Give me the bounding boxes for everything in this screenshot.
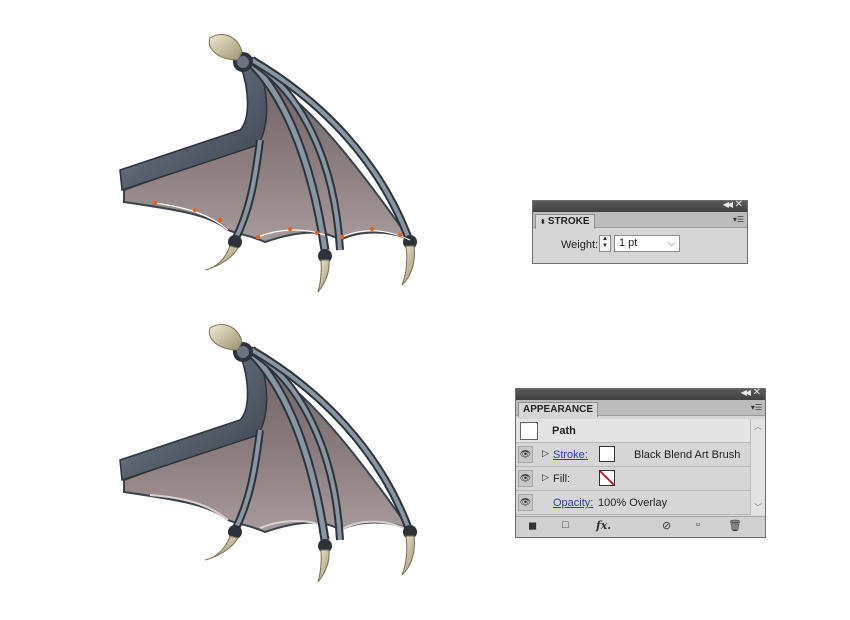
wing-illustration-bottom (119, 324, 417, 583)
fx-icon[interactable]: fx. (596, 519, 611, 532)
tab-appearance[interactable]: APPEARANCE (518, 402, 599, 417)
appearance-panel: ◀◀ ✕ APPEARANCE ▾☰ Path 👁 ▷ Stroke: Blac… (515, 387, 766, 538)
fill-label: Fill: (553, 473, 571, 485)
stroke-row[interactable]: 👁 ▷ Stroke: Black Blend Art Brush (516, 443, 750, 467)
clear-icon[interactable]: ⊘ (662, 519, 671, 532)
panel-titlebar[interactable]: ◀◀ ✕ (516, 387, 765, 400)
tab-stroke[interactable]: ⬍ STROKE (535, 214, 595, 229)
panel-titlebar[interactable]: ◀◀ ✕ (533, 199, 747, 212)
opacity-link[interactable]: Opacity: (553, 497, 593, 509)
path-thumbnail (520, 422, 538, 440)
collapse-icon[interactable]: ◀◀ (741, 388, 751, 397)
scroll-down-icon[interactable]: ﹀ (754, 502, 762, 513)
weight-value: 1 pt (619, 237, 638, 249)
opacity-row[interactable]: 👁 Opacity: 100% Overlay (516, 491, 750, 515)
tab-label: STROKE (547, 216, 590, 227)
tab-bar: APPEARANCE ▾☰ (516, 400, 765, 417)
path-row[interactable]: Path (516, 419, 750, 443)
stroke-swatch[interactable] (599, 446, 615, 462)
fill-row[interactable]: 👁 ▷ Fill: (516, 467, 750, 491)
eye-icon[interactable]: 👁 (518, 494, 533, 511)
chevron-down-icon[interactable]: ⌵ (668, 236, 675, 251)
trash-icon[interactable]: 🗑 (728, 519, 742, 532)
appearance-toolbar: ◼ □ fx. ⊘ ▫ 🗑 (516, 516, 765, 537)
weight-field[interactable]: 1 pt ⌵ (614, 235, 680, 252)
wing-illustration-top (119, 34, 417, 293)
eye-icon[interactable]: 👁 (518, 470, 533, 487)
disclosure-triangle-icon[interactable]: ▷ (542, 448, 549, 459)
add-fill-icon[interactable]: □ (562, 519, 569, 531)
updown-icon: ⬍ (540, 219, 546, 226)
weight-stepper[interactable]: ▲ ▼ (599, 235, 611, 252)
object-label: Path (552, 425, 576, 437)
duplicate-icon[interactable]: ▫ (696, 519, 700, 531)
weight-label: Weight: (561, 239, 599, 251)
stroke-value: Black Blend Art Brush (634, 449, 741, 461)
scrollbar[interactable]: ︿ ﹀ (750, 419, 765, 515)
opacity-value: 100% Overlay (598, 497, 668, 509)
stroke-panel: ◀◀ ✕ ⬍ STROKE ▾☰ Weight: ▲ ▼ 1 pt ⌵ (532, 199, 748, 264)
fill-swatch-none[interactable] (599, 470, 615, 486)
weight-row: Weight: ▲ ▼ 1 pt ⌵ (533, 235, 747, 257)
collapse-icon[interactable]: ◀◀ (723, 200, 733, 209)
add-stroke-icon[interactable]: ◼ (528, 519, 537, 532)
scroll-up-icon[interactable]: ︿ (754, 421, 762, 432)
close-icon[interactable]: ✕ (753, 387, 761, 398)
eye-icon[interactable]: 👁 (518, 446, 533, 463)
close-icon[interactable]: ✕ (735, 199, 743, 210)
tab-bar: ⬍ STROKE ▾☰ (533, 212, 747, 229)
tab-label: APPEARANCE (523, 404, 594, 415)
stroke-link[interactable]: Stroke: (553, 449, 588, 461)
panel-menu-icon[interactable]: ▾☰ (751, 403, 762, 412)
disclosure-triangle-icon[interactable]: ▷ (542, 472, 549, 483)
panel-menu-icon[interactable]: ▾☰ (733, 215, 744, 224)
